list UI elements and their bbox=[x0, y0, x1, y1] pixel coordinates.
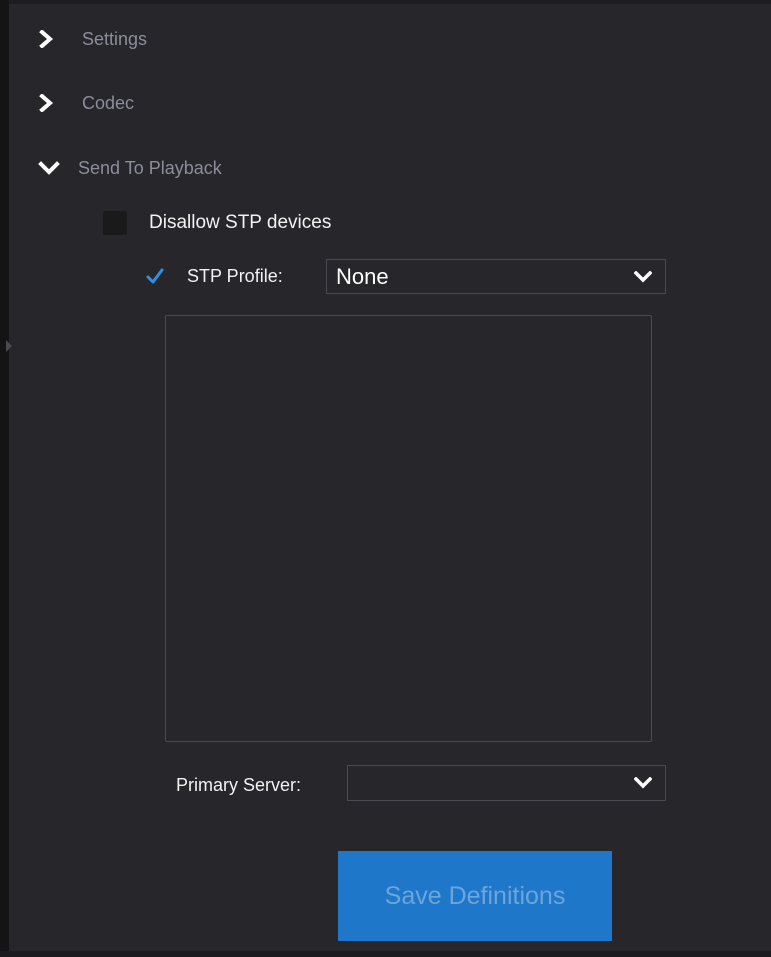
checkmark-icon bbox=[146, 268, 164, 284]
save-definitions-button[interactable]: Save Definitions bbox=[338, 851, 612, 941]
primary-server-select[interactable] bbox=[347, 765, 666, 801]
stp-profile-label: STP Profile: bbox=[187, 265, 283, 286]
primary-server-label: Primary Server: bbox=[176, 775, 302, 795]
stp-profile-select[interactable]: None bbox=[326, 259, 666, 294]
stp-profile-row: STP Profile: bbox=[143, 259, 283, 293]
chevron-down-icon bbox=[38, 157, 64, 179]
chevron-right-icon bbox=[38, 28, 64, 50]
disallow-stp-checkbox[interactable] bbox=[103, 211, 127, 235]
chevron-right-icon bbox=[38, 92, 64, 114]
section-settings[interactable]: Settings bbox=[38, 24, 147, 54]
panel-bottom-edge bbox=[0, 951, 771, 957]
section-settings-label: Settings bbox=[82, 28, 148, 49]
stp-profile-value: None bbox=[336, 263, 389, 289]
stp-profile-list[interactable] bbox=[165, 315, 652, 742]
chevron-down-icon bbox=[632, 267, 654, 287]
section-codec-label: Codec bbox=[82, 92, 135, 113]
panel-top-edge bbox=[0, 0, 771, 4]
rail-collapse-handle[interactable] bbox=[6, 340, 12, 352]
section-send-to-playback[interactable]: Send To Playback bbox=[38, 153, 222, 183]
section-codec[interactable]: Codec bbox=[38, 88, 134, 118]
disallow-stp-row: Disallow STP devices bbox=[103, 209, 331, 237]
disallow-stp-label: Disallow STP devices bbox=[149, 212, 332, 233]
left-panel-rail bbox=[0, 0, 12, 957]
stp-profile-checkbox[interactable] bbox=[143, 264, 167, 288]
stp-settings-panel: Settings Codec Send To Playback Disallow… bbox=[0, 0, 771, 957]
chevron-down-icon bbox=[632, 773, 654, 793]
section-send-to-playback-label: Send To Playback bbox=[78, 157, 222, 178]
